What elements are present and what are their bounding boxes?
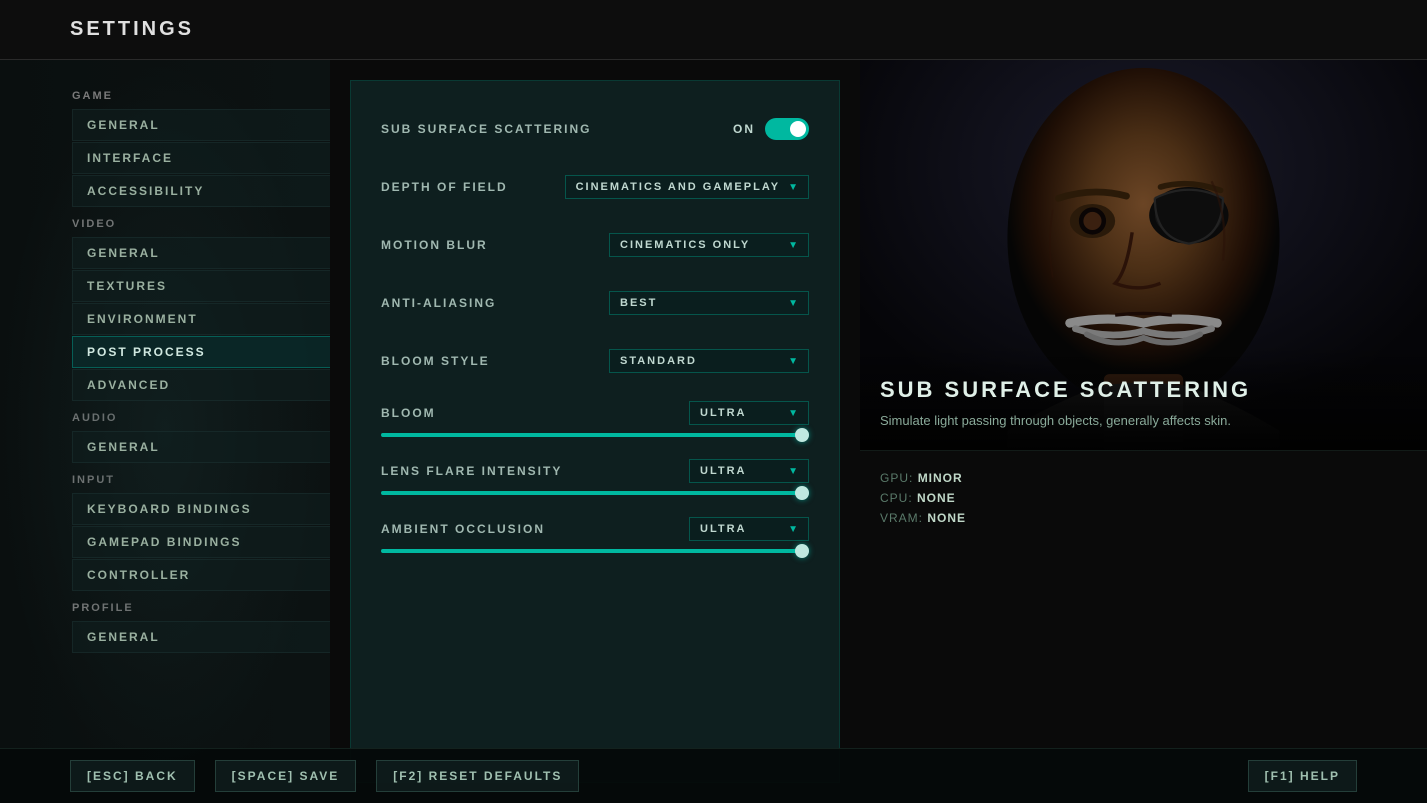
setting-row-sub-surface-scattering: SUB SURFACE SCATTERING ON	[381, 111, 809, 147]
setting-row-depth-of-field: DEPTH OF FIELD CINEMATICS AND GAMEPLAY ▼	[381, 169, 809, 205]
slider-fill-ambient-occlusion	[381, 549, 809, 553]
dropdown-arrow-anti-aliasing: ▼	[788, 298, 798, 309]
sidebar: GAMEGENERALINTERFACEACCESSIBILITYVIDEOGE…	[0, 60, 330, 803]
dropdown-arrow-ambient-occlusion: ▼	[788, 524, 798, 535]
gpu-label: GPU:	[880, 471, 913, 485]
sidebar-section-profile: PROFILE	[0, 592, 330, 620]
slider-header-lens-flare-intensity: LENS FLARE INTENSITY ULTRA ▼	[381, 459, 809, 483]
sidebar-item-game-general[interactable]: GENERAL	[72, 109, 330, 141]
settings-panel: SUB SURFACE SCATTERING ON DEPTH OF FIELD…	[350, 80, 840, 783]
toggle-switch-sub-surface-scattering[interactable]	[765, 118, 809, 140]
sidebar-item-video-advanced[interactable]: ADVANCED	[72, 369, 330, 401]
slider-fill-bloom	[381, 433, 809, 437]
dropdown-bloom[interactable]: ULTRA ▼	[689, 401, 809, 425]
setting-row-lens-flare-intensity: LENS FLARE INTENSITY ULTRA ▼	[381, 459, 809, 495]
header: SETTINGS	[0, 0, 1427, 60]
slider-thumb-bloom[interactable]	[795, 428, 809, 442]
dropdown-arrow-motion-blur: ▼	[788, 240, 798, 251]
dropdown-arrow-bloom-style: ▼	[788, 356, 798, 367]
dropdown-lens-flare-intensity[interactable]: ULTRA ▼	[689, 459, 809, 483]
cpu-value: NONE	[917, 491, 956, 505]
sidebar-section-input: INPUT	[0, 464, 330, 492]
vram-value: NONE	[927, 511, 966, 525]
reset-defaults-button[interactable]: [F2] RESET DEFAULTS	[376, 760, 579, 792]
main-layout: GAMEGENERALINTERFACEACCESSIBILITYVIDEOGE…	[0, 60, 1427, 803]
cpu-label: CPU:	[880, 491, 913, 505]
slider-thumb-lens-flare-intensity[interactable]	[795, 486, 809, 500]
vram-label: VRAM:	[880, 511, 923, 525]
gpu-info-panel: GPU: MINOR CPU: NONE VRAM: NONE	[860, 450, 1427, 551]
setting-label-bloom: BLOOM	[381, 406, 436, 420]
dropdown-arrow-lens-flare-intensity: ▼	[788, 466, 798, 477]
sidebar-item-video-environment[interactable]: ENVIRONMENT	[72, 303, 330, 335]
dropdown-arrow-bloom: ▼	[788, 408, 798, 419]
slider-header-ambient-occlusion: AMBIENT OCCLUSION ULTRA ▼	[381, 517, 809, 541]
dropdown-value-anti-aliasing: BEST	[620, 297, 657, 309]
sidebar-item-video-textures[interactable]: TEXTURES	[72, 270, 330, 302]
sidebar-section-audio: AUDIO	[0, 402, 330, 430]
help-button[interactable]: [F1] HELP	[1248, 760, 1357, 792]
setting-label-sub-surface-scattering: SUB SURFACE SCATTERING	[381, 122, 591, 136]
sidebar-item-game-interface[interactable]: INTERFACE	[72, 142, 330, 174]
sidebar-item-video-general[interactable]: GENERAL	[72, 237, 330, 269]
setting-row-bloom: BLOOM ULTRA ▼	[381, 401, 809, 437]
setting-row-bloom-style: BLOOM STYLE STANDARD ▼	[381, 343, 809, 379]
setting-label-motion-blur: MOTION BLUR	[381, 238, 488, 252]
setting-label-anti-aliasing: ANTI-ALIASING	[381, 296, 496, 310]
page-title: SETTINGS	[70, 18, 194, 41]
sidebar-item-video-post-process[interactable]: POST PROCESS	[72, 336, 330, 368]
setting-label-ambient-occlusion: AMBIENT OCCLUSION	[381, 522, 545, 536]
dropdown-depth-of-field[interactable]: CINEMATICS AND GAMEPLAY ▼	[565, 175, 809, 199]
sidebar-item-game-accessibility[interactable]: ACCESSIBILITY	[72, 175, 330, 207]
sidebar-item-profile-general[interactable]: GENERAL	[72, 621, 330, 653]
dropdown-value-bloom: ULTRA	[700, 407, 746, 419]
right-panel: SUB SURFACE SCATTERING Simulate light pa…	[860, 60, 1427, 803]
slider-track-ambient-occlusion[interactable]	[381, 549, 809, 553]
setting-label-depth-of-field: DEPTH OF FIELD	[381, 180, 508, 194]
dropdown-value-motion-blur: CINEMATICS ONLY	[620, 239, 750, 251]
slider-track-lens-flare-intensity[interactable]	[381, 491, 809, 495]
setting-row-ambient-occlusion: AMBIENT OCCLUSION ULTRA ▼	[381, 517, 809, 553]
dropdown-anti-aliasing[interactable]: BEST ▼	[609, 291, 809, 315]
feature-description: Simulate light passing through objects, …	[880, 411, 1407, 431]
gpu-row: GPU: MINOR	[880, 471, 1407, 485]
feature-description-panel: SUB SURFACE SCATTERING Simulate light pa…	[860, 357, 1427, 451]
dropdown-value-ambient-occlusion: ULTRA	[700, 523, 746, 535]
vram-row: VRAM: NONE	[880, 511, 1407, 525]
setting-label-lens-flare-intensity: LENS FLARE INTENSITY	[381, 464, 562, 478]
dropdown-value-lens-flare-intensity: ULTRA	[700, 465, 746, 477]
setting-label-bloom-style: BLOOM STYLE	[381, 354, 490, 368]
setting-row-motion-blur: MOTION BLUR CINEMATICS ONLY ▼	[381, 227, 809, 263]
dropdown-bloom-style[interactable]: STANDARD ▼	[609, 349, 809, 373]
footer: [ESC] BACK [SPACE] SAVE [F2] RESET DEFAU…	[0, 748, 1427, 803]
sidebar-item-input-controller[interactable]: CONTROLLER	[72, 559, 330, 591]
footer-right: [F1] HELP	[1248, 760, 1357, 792]
content-area: SUB SURFACE SCATTERING ON DEPTH OF FIELD…	[330, 60, 1427, 803]
cpu-row: CPU: NONE	[880, 491, 1407, 505]
slider-header-bloom: BLOOM ULTRA ▼	[381, 401, 809, 425]
sidebar-item-input-keyboard[interactable]: KEYBOARD BINDINGS	[72, 493, 330, 525]
dropdown-value-bloom-style: STANDARD	[620, 355, 697, 367]
dropdown-value-depth-of-field: CINEMATICS AND GAMEPLAY	[576, 181, 781, 193]
character-portrait: SUB SURFACE SCATTERING Simulate light pa…	[860, 60, 1427, 450]
slider-fill-lens-flare-intensity	[381, 491, 809, 495]
setting-control-sub-surface-scattering[interactable]: ON	[733, 118, 809, 140]
gpu-value: MINOR	[918, 471, 963, 485]
setting-row-anti-aliasing: ANTI-ALIASING BEST ▼	[381, 285, 809, 321]
slider-track-bloom[interactable]	[381, 433, 809, 437]
back-button[interactable]: [ESC] BACK	[70, 760, 195, 792]
save-button[interactable]: [SPACE] SAVE	[215, 760, 357, 792]
sidebar-section-game: GAME	[0, 80, 330, 108]
toggle-value-sub-surface-scattering: ON	[733, 122, 755, 136]
dropdown-arrow-depth-of-field: ▼	[788, 182, 798, 193]
sidebar-section-video: VIDEO	[0, 208, 330, 236]
sidebar-item-audio-general[interactable]: GENERAL	[72, 431, 330, 463]
dropdown-motion-blur[interactable]: CINEMATICS ONLY ▼	[609, 233, 809, 257]
sidebar-item-input-gamepad[interactable]: GAMEPAD BINDINGS	[72, 526, 330, 558]
dropdown-ambient-occlusion[interactable]: ULTRA ▼	[689, 517, 809, 541]
feature-title: SUB SURFACE SCATTERING	[880, 377, 1407, 403]
slider-thumb-ambient-occlusion[interactable]	[795, 544, 809, 558]
